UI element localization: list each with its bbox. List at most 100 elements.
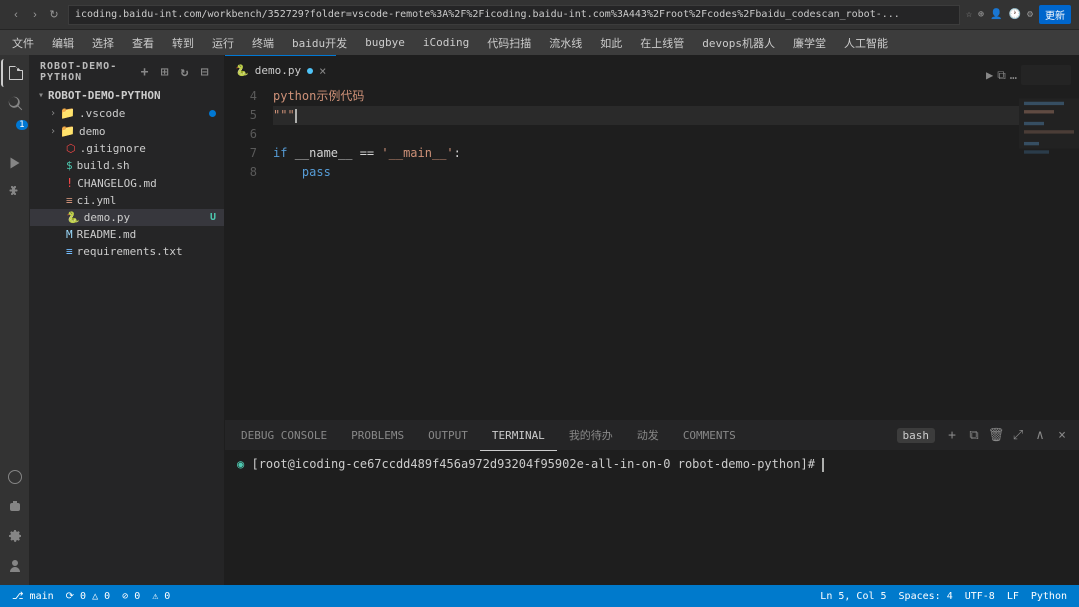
line-numbers: 4 5 6 7 8 bbox=[225, 85, 265, 420]
refresh-explorer-icon[interactable]: ↻ bbox=[176, 63, 194, 81]
status-errors[interactable]: ⊘ 0 bbox=[116, 591, 146, 602]
requirements-file-icon: ≡ bbox=[66, 245, 73, 258]
line-number-7: 7 bbox=[225, 144, 257, 163]
panel-chevron-up-icon[interactable]: ∧ bbox=[1031, 427, 1049, 445]
plugin-icon[interactable]: ⊕ bbox=[978, 9, 984, 20]
tree-root-item[interactable]: ▾ ROBOT-DEMO-PYTHON bbox=[30, 87, 224, 104]
activity-explorer[interactable] bbox=[1, 59, 29, 87]
user-icon[interactable]: 👤 bbox=[990, 9, 1002, 20]
activity-extensions[interactable] bbox=[1, 179, 29, 207]
gitignore-file-icon: ⬡ bbox=[66, 142, 76, 155]
browser-icons: ☆ ⊕ 👤 🕐 ⚙ 更新 bbox=[966, 5, 1071, 24]
tree-item-gitignore[interactable]: ⬡ .gitignore bbox=[30, 140, 224, 157]
more-actions-icon[interactable]: … bbox=[1010, 68, 1017, 82]
activity-run[interactable] bbox=[1, 149, 29, 177]
new-folder-icon[interactable]: ⊞ bbox=[156, 63, 174, 81]
terminal-cursor bbox=[822, 458, 824, 472]
menu-rushi[interactable]: 如此 bbox=[592, 33, 630, 53]
activity-source-control[interactable]: 1 bbox=[1, 119, 29, 147]
activity-bar: 1 bbox=[0, 55, 30, 585]
status-encoding[interactable]: UTF-8 bbox=[959, 591, 1001, 602]
activity-robot[interactable] bbox=[1, 493, 29, 521]
gitignore-label: .gitignore bbox=[80, 142, 146, 155]
activity-settings[interactable] bbox=[1, 523, 29, 551]
settings2-icon[interactable]: ⚙ bbox=[1027, 9, 1033, 20]
tree-item-vscode[interactable]: › 📁 .vscode bbox=[30, 104, 224, 122]
split-terminal-icon[interactable]: ⧉ bbox=[965, 427, 983, 445]
panel: DEBUG CONSOLE PROBLEMS OUTPUT TERMINAL 我… bbox=[225, 420, 1079, 585]
tree-item-demopy[interactable]: 🐍 demo.py U bbox=[30, 209, 224, 226]
comments-tab-label: COMMENTS bbox=[683, 429, 736, 442]
branch-label: ⎇ main bbox=[12, 591, 54, 602]
code-content[interactable]: python示例代码 """ if __name__ == bbox=[265, 85, 1019, 420]
menu-devops[interactable]: devops机器人 bbox=[694, 33, 783, 53]
tree-item-readme[interactable]: M README.md bbox=[30, 226, 224, 243]
forward-button[interactable]: › bbox=[27, 7, 43, 23]
tree-item-demo[interactable]: › 📁 demo bbox=[30, 122, 224, 140]
eol-label: LF bbox=[1007, 591, 1019, 602]
panel-content[interactable]: ◉ [root@icoding-ce67ccdd489f456a972d9320… bbox=[225, 451, 1079, 585]
menu-icoding[interactable]: iCoding bbox=[415, 34, 477, 51]
run-icon[interactable]: ▶ bbox=[986, 68, 993, 82]
menu-terminal[interactable]: 终端 bbox=[244, 33, 282, 53]
history-icon[interactable]: 🕐 bbox=[1009, 9, 1021, 20]
panel-tab-todo[interactable]: 我的待办 bbox=[557, 421, 625, 451]
tree-item-ciyml[interactable]: ≡ ci.yml bbox=[30, 192, 224, 209]
line7-eq: == bbox=[352, 144, 381, 163]
menu-edit[interactable]: 编辑 bbox=[44, 33, 82, 53]
menu-bugbye[interactable]: bugbye bbox=[357, 34, 413, 51]
menu-ai[interactable]: 人工智能 bbox=[836, 33, 896, 53]
tab-close-button[interactable]: × bbox=[319, 64, 326, 78]
panel-tab-dongfa[interactable]: 动发 bbox=[625, 421, 671, 451]
code-editor[interactable]: 4 5 6 7 8 python示例代码 """ bbox=[225, 85, 1079, 420]
new-file-icon[interactable]: + bbox=[136, 63, 154, 81]
status-warnings[interactable]: ⚠ 0 bbox=[146, 591, 176, 602]
status-spaces[interactable]: Spaces: 4 bbox=[893, 591, 959, 602]
menu-study[interactable]: 廉学堂 bbox=[785, 33, 834, 53]
maximize-panel-icon[interactable]: ⤢ bbox=[1009, 427, 1027, 445]
status-branch[interactable]: ⎇ main bbox=[6, 591, 60, 602]
back-button[interactable]: ‹ bbox=[8, 7, 24, 23]
tree-item-buildsh[interactable]: $ build.sh bbox=[30, 157, 224, 174]
panel-tab-debug[interactable]: DEBUG CONSOLE bbox=[229, 421, 339, 451]
collapse-all-icon[interactable]: ⊟ bbox=[196, 63, 214, 81]
menu-codescan[interactable]: 代码扫描 bbox=[479, 33, 539, 53]
menu-select[interactable]: 选择 bbox=[84, 33, 122, 53]
address-bar[interactable] bbox=[68, 5, 960, 25]
editor-tab-demopy[interactable]: 🐍 demo.py × bbox=[225, 55, 336, 85]
menu-baidu[interactable]: baidu开发 bbox=[284, 33, 355, 53]
line7-if: if bbox=[273, 144, 295, 163]
panel-tab-problems[interactable]: PROBLEMS bbox=[339, 421, 416, 451]
tree-item-requirements[interactable]: ≡ requirements.txt bbox=[30, 243, 224, 260]
menu-view[interactable]: 查看 bbox=[124, 33, 162, 53]
new-terminal-icon[interactable]: + bbox=[943, 427, 961, 445]
panel-tab-actions: bash + ⧉ 🗑 ⤢ ∧ × bbox=[897, 427, 1076, 445]
tab-modified-indicator bbox=[307, 68, 313, 74]
bookmark-icon[interactable]: ☆ bbox=[966, 9, 972, 20]
close-panel-icon[interactable]: × bbox=[1053, 427, 1071, 445]
split-editor-icon[interactable]: ⧉ bbox=[997, 68, 1006, 83]
panel-tab-output[interactable]: OUTPUT bbox=[416, 421, 480, 451]
update-button[interactable]: 更新 bbox=[1039, 5, 1071, 24]
line-number-6: 6 bbox=[225, 125, 257, 144]
menu-run[interactable]: 运行 bbox=[204, 33, 242, 53]
status-sync[interactable]: ⟳ 0 △ 0 bbox=[60, 591, 117, 602]
buildsh-label: build.sh bbox=[77, 159, 130, 172]
kill-terminal-icon[interactable]: 🗑 bbox=[987, 427, 1005, 445]
menu-file[interactable]: 文件 bbox=[4, 33, 42, 53]
status-language[interactable]: Python bbox=[1025, 591, 1073, 602]
line-number-5: 5 bbox=[225, 106, 257, 125]
prompt-text: [root@icoding-ce67ccdd489f456a972d93204f… bbox=[251, 457, 815, 471]
activity-remote[interactable] bbox=[1, 463, 29, 491]
menu-online[interactable]: 在上线管 bbox=[632, 33, 692, 53]
panel-tab-comments[interactable]: COMMENTS bbox=[671, 421, 748, 451]
menu-pipeline[interactable]: 流水线 bbox=[541, 33, 590, 53]
menu-goto[interactable]: 转到 bbox=[164, 33, 202, 53]
activity-search[interactable] bbox=[1, 89, 29, 117]
status-eol[interactable]: LF bbox=[1001, 591, 1025, 602]
status-position[interactable]: Ln 5, Col 5 bbox=[814, 591, 892, 602]
panel-tab-terminal[interactable]: TERMINAL bbox=[480, 421, 557, 451]
tree-item-changelog[interactable]: ! CHANGELOG.md bbox=[30, 174, 224, 192]
refresh-button[interactable]: ↻ bbox=[46, 7, 62, 23]
activity-account[interactable] bbox=[1, 553, 29, 581]
